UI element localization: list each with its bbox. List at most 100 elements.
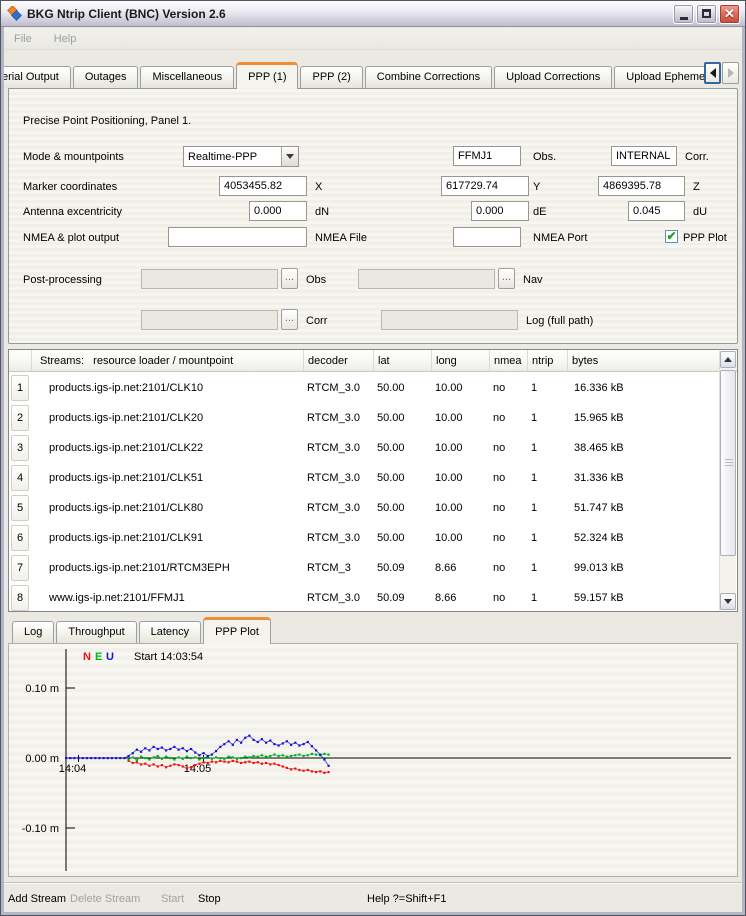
cell-nmea: no (489, 502, 527, 514)
tab-scroll-right-button[interactable] (722, 62, 739, 84)
cell-bytes: 99.013 kB (567, 562, 719, 574)
de-label: dE (533, 202, 546, 222)
dn-input[interactable] (249, 201, 307, 221)
combobox-dropdown-button[interactable] (281, 147, 298, 166)
minimize-button[interactable] (673, 4, 694, 24)
cell-decoder: RTCM_3.0 (303, 442, 373, 454)
tab-upload-corrections[interactable]: Upload Corrections (494, 66, 612, 88)
help-shortcut-label[interactable]: Help ?=Shift+F1 (367, 893, 447, 905)
table-row[interactable]: 4products.igs-ip.net:2101/CLK51RTCM_3.05… (9, 463, 719, 493)
stop-button[interactable]: Stop (198, 893, 221, 905)
ppp-plot-checkbox[interactable]: ✔ (665, 230, 678, 243)
nmea-port-label: NMEA Port (533, 228, 587, 248)
header-decoder: decoder (303, 350, 373, 371)
table-row[interactable]: 1products.igs-ip.net:2101/CLK10RTCM_3.05… (9, 373, 719, 403)
tab-scroll-buttons (704, 62, 739, 84)
log-file-label: Log (full path) (526, 311, 593, 331)
corr-file-label: Corr (306, 311, 327, 331)
cell-mountpoint: products.igs-ip.net:2101/RTCM3EPH (31, 562, 303, 574)
tab-ppp-2-[interactable]: PPP (2) (300, 66, 362, 88)
row-number: 8 (11, 585, 29, 611)
obs-browse-button[interactable]: ... (281, 268, 298, 289)
table-row[interactable]: 6products.igs-ip.net:2101/CLK91RTCM_3.05… (9, 523, 719, 553)
close-button[interactable]: ✕ (719, 4, 740, 24)
cell-long: 10.00 (431, 502, 489, 514)
tab-upload-ephemeris[interactable]: Upload Ephemeris (614, 66, 704, 88)
table-row[interactable]: 3products.igs-ip.net:2101/CLK22RTCM_3.05… (9, 433, 719, 463)
row-number: 3 (11, 435, 29, 461)
ppp1-panel: Precise Point Positioning, Panel 1. Mode… (8, 88, 738, 344)
corr-mountpoint-input[interactable] (611, 146, 677, 166)
check-icon: ✔ (666, 231, 676, 241)
main-tabbar: erial OutputOutagesMiscellaneousPPP (1)P… (4, 60, 704, 89)
tab-scroll-left-button[interactable] (704, 62, 721, 84)
table-row[interactable]: 2products.igs-ip.net:2101/CLK20RTCM_3.05… (9, 403, 719, 433)
cell-nmea: no (489, 442, 527, 454)
corr-file-input[interactable] (141, 310, 278, 330)
cell-bytes: 15.965 kB (567, 412, 719, 424)
dn-label: dN (315, 202, 329, 222)
delete-stream-button[interactable]: Delete Stream (70, 893, 140, 905)
plot-tab-log[interactable]: Log (12, 621, 54, 643)
marker-z-input[interactable] (598, 176, 685, 196)
obs-file-input[interactable] (141, 269, 278, 289)
log-file-input[interactable] (381, 310, 518, 330)
header-nmea: nmea (489, 350, 527, 371)
cell-bytes: 38.465 kB (567, 442, 719, 454)
row-number: 5 (11, 495, 29, 521)
cell-nmea: no (489, 382, 527, 394)
marker-y-input[interactable] (441, 176, 529, 196)
obs-mountpoint-input[interactable] (453, 146, 521, 166)
arrow-up-icon (724, 357, 732, 362)
cell-lat: 50.00 (373, 502, 431, 514)
nav-browse-button[interactable]: ... (498, 268, 515, 289)
marker-x-input[interactable] (219, 176, 307, 196)
titlebar: BKG Ntrip Client (BNC) Version 2.6 ✕ (1, 1, 745, 27)
y-label: Y (533, 177, 540, 197)
nmea-file-input[interactable] (168, 227, 307, 247)
scrollbar-up-button[interactable] (720, 351, 736, 368)
menu-help[interactable]: Help (54, 33, 77, 45)
tab-outages[interactable]: Outages (73, 66, 139, 88)
start-button[interactable]: Start (161, 893, 184, 905)
scrollbar-thumb[interactable] (720, 370, 736, 556)
nav-file-input[interactable] (358, 269, 495, 289)
de-input[interactable] (471, 201, 529, 221)
cell-long: 10.00 (431, 472, 489, 484)
cell-bytes: 16.336 kB (567, 382, 719, 394)
cell-mountpoint: www.igs-ip.net:2101/FFMJ1 (31, 592, 303, 604)
cell-long: 10.00 (431, 382, 489, 394)
corr-browse-button[interactable]: ... (281, 309, 298, 330)
tab-erial-output[interactable]: erial Output (4, 66, 71, 88)
add-stream-button[interactable]: Add Stream (8, 893, 66, 905)
plot-tab-throughput[interactable]: Throughput (56, 621, 136, 643)
tab-miscellaneous[interactable]: Miscellaneous (140, 66, 234, 88)
obs-file-label: Obs (306, 270, 326, 290)
maximize-button[interactable] (696, 4, 717, 24)
cell-mountpoint: products.igs-ip.net:2101/CLK10 (31, 382, 303, 394)
nav-file-label: Nav (523, 270, 543, 290)
mode-combobox[interactable]: Realtime-PPP (183, 146, 299, 167)
plot-tab-ppp-plot[interactable]: PPP Plot (203, 617, 271, 644)
tab-combine-corrections[interactable]: Combine Corrections (365, 66, 492, 88)
cell-decoder: RTCM_3.0 (303, 412, 373, 424)
table-row[interactable]: 8www.igs-ip.net:2101/FFMJ1RTCM_3.050.098… (9, 583, 719, 611)
cell-ntrip: 1 (527, 412, 567, 424)
plot-tab-latency[interactable]: Latency (139, 621, 202, 643)
du-input[interactable] (628, 201, 685, 221)
tab-ppp-1-[interactable]: PPP (1) (236, 62, 298, 89)
statusbar: Add Stream Delete Stream Start Stop Help… (0, 886, 746, 912)
nmea-port-input[interactable] (453, 227, 521, 247)
ppp-plot-label: PPP Plot (683, 228, 727, 248)
cell-bytes: 52.324 kB (567, 532, 719, 544)
cell-lat: 50.00 (373, 472, 431, 484)
scrollbar-down-button[interactable] (720, 593, 736, 610)
table-row[interactable]: 5products.igs-ip.net:2101/CLK80RTCM_3.05… (9, 493, 719, 523)
header-corner (9, 350, 31, 371)
menu-file[interactable]: File (14, 33, 32, 45)
close-icon: ✕ (724, 7, 735, 20)
mode-combobox-value: Realtime-PPP (184, 151, 281, 163)
row-number: 2 (11, 405, 29, 431)
table-scrollbar[interactable] (719, 351, 736, 610)
table-row[interactable]: 7products.igs-ip.net:2101/RTCM3EPHRTCM_3… (9, 553, 719, 583)
